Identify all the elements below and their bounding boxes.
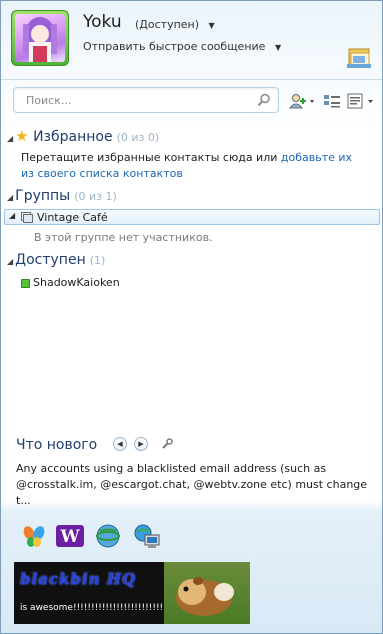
add-contact-icon <box>288 94 314 109</box>
favorites-header[interactable]: ◢ ★ Избранное (0 из 0) <box>7 127 159 145</box>
show-menu-button[interactable] <box>347 93 375 109</box>
quick-message-dropdown-icon: ▼ <box>274 43 282 52</box>
globe-network-icon[interactable] <box>95 523 121 549</box>
username-text: Yoku <box>83 12 122 32</box>
online-status-icon <box>21 278 30 288</box>
star-icon: ★ <box>15 127 29 145</box>
whats-new-next-button[interactable]: ▶ <box>134 437 148 451</box>
groups-count: (0 из 1) <box>74 190 117 203</box>
groups-header[interactable]: ◢ Группы (0 из 1) <box>7 188 117 204</box>
whats-new-text[interactable]: Any accounts using a blacklisted email a… <box>16 461 371 509</box>
quick-message-text: Отправить быстрое сообщение <box>83 40 266 53</box>
available-count: (1) <box>89 254 106 267</box>
change-layout-button[interactable] <box>323 93 341 109</box>
search-icon <box>257 93 270 107</box>
user-display-name[interactable]: Yoku <box>83 12 122 32</box>
quick-message-field[interactable]: Отправить быстрое сообщение ▼ <box>83 40 281 53</box>
layout-icon <box>324 95 340 108</box>
search-input[interactable]: Поиск... <box>13 87 279 113</box>
status-text: (Доступен) <box>135 18 200 31</box>
collapse-triangle-icon: ◢ <box>7 193 14 202</box>
search-placeholder: Поиск... <box>26 94 72 107</box>
computer-network-icon[interactable] <box>133 523 161 549</box>
contact-row[interactable]: ShadowKaioken <box>21 276 120 289</box>
msn-butterfly-icon[interactable] <box>21 523 47 549</box>
whats-new-settings-icon[interactable] <box>161 438 173 453</box>
banner-subtitle: is awesome!!!!!!!!!!!!!!!!!!!!!!!!!! <box>20 603 167 613</box>
svg-text:W: W <box>59 527 80 547</box>
avatar-picture <box>15 14 65 62</box>
favorites-title: Избранное <box>33 129 113 145</box>
add-contact-button[interactable] <box>288 93 315 109</box>
collapse-triangle-icon: ◢ <box>7 134 14 143</box>
banner-guinea-pig-image <box>164 562 250 624</box>
user-avatar[interactable] <box>11 10 69 66</box>
menu-icon <box>347 93 373 109</box>
messenger-window: Yoku (Доступен) ▼ Отправить быстрое сооб… <box>0 0 383 634</box>
available-title: Доступен <box>15 252 86 268</box>
group-label: Vintage Café <box>37 211 108 224</box>
favorites-count: (0 из 0) <box>116 131 160 144</box>
favorites-hint-text: Перетащите избранные контакты сюда или <box>21 151 281 164</box>
header-divider <box>1 79 382 80</box>
group-icon <box>21 212 33 223</box>
status-dropdown-icon: ▼ <box>208 21 215 30</box>
available-header[interactable]: ◢ Доступен (1) <box>7 252 105 268</box>
group-empty-text: В этой группе нет участников. <box>34 231 213 244</box>
banner-title: blackbin HQ <box>20 570 136 588</box>
banner-ad[interactable]: blackbin HQ is awesome!!!!!!!!!!!!!!!!!!… <box>14 562 250 624</box>
groups-title: Группы <box>15 188 71 204</box>
contact-name: ShadowKaioken <box>33 276 120 289</box>
whats-new-prev-button[interactable]: ◀ <box>113 437 127 451</box>
collapse-triangle-icon: ◢ <box>7 257 14 266</box>
favorites-hint: Перетащите избранные контакты сюда или д… <box>21 150 361 182</box>
collapse-triangle-icon: ◢ <box>9 211 16 220</box>
yahoo-w-icon[interactable]: W <box>56 523 84 549</box>
mailbox-icon[interactable] <box>346 46 372 70</box>
status-selector[interactable]: (Доступен) ▼ <box>135 18 215 31</box>
group-row[interactable]: ◢ Vintage Café <box>4 209 380 225</box>
whats-new-title: Что нового <box>16 437 98 453</box>
